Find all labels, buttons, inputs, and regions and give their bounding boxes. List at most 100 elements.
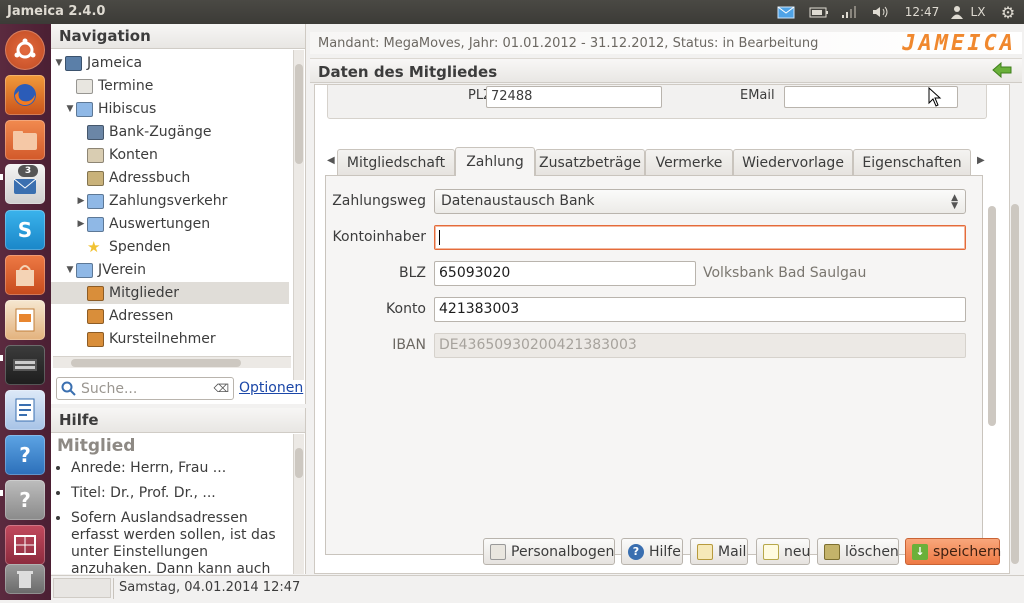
- workspace-switcher-icon[interactable]: [5, 525, 45, 565]
- nav-item-label: Hibiscus: [98, 101, 157, 117]
- nav-item-label: Spenden: [109, 239, 171, 255]
- plz-field[interactable]: 72488: [486, 86, 662, 108]
- search-icon: [61, 381, 76, 396]
- nav-item[interactable]: ▼ Jameica: [51, 52, 289, 74]
- nav-vertical-scrollbar[interactable]: [293, 50, 304, 380]
- nav-item[interactable]: Konten: [51, 144, 289, 166]
- star-icon: ★: [87, 237, 101, 256]
- mail-icon[interactable]: [776, 3, 796, 21]
- calendar-icon: [76, 78, 93, 94]
- outer-vertical-scrollbar[interactable]: [1010, 84, 1021, 574]
- nav-item-label: Kursteilnehmer: [109, 331, 216, 347]
- jameica-logo: JAMEICA: [902, 31, 1016, 56]
- new-button[interactable]: neu: [756, 538, 810, 565]
- battery-icon[interactable]: [808, 3, 830, 21]
- tab-zahlung[interactable]: Zahlung: [455, 147, 535, 176]
- nav-item[interactable]: Mitglieder: [51, 282, 289, 304]
- jameica-icon[interactable]: [5, 345, 45, 385]
- blz-field[interactable]: 65093020: [434, 261, 696, 286]
- delete-button[interactable]: löschen: [817, 538, 899, 565]
- tab-wiedervorlage[interactable]: Wiedervorlage: [733, 149, 853, 175]
- nav-item[interactable]: Adressen: [51, 305, 289, 327]
- zahlungsweg-select[interactable]: Datenaustausch Bank ▲ ▼: [434, 189, 966, 214]
- status-datetime: Samstag, 04.01.2014 12:47: [119, 580, 301, 595]
- help-vertical-scrollbar[interactable]: [293, 434, 304, 574]
- writer-icon[interactable]: [5, 390, 45, 430]
- nav-item[interactable]: ★ Spenden: [51, 236, 289, 258]
- personalbogen-label: Personalbogen: [511, 543, 615, 560]
- status-indicator: [53, 578, 111, 598]
- tab-scroll-left-icon[interactable]: ◀: [327, 155, 335, 166]
- expanded-icon[interactable]: ▼: [64, 265, 76, 275]
- nav-item[interactable]: ▼ Hibiscus: [51, 98, 289, 120]
- nav-item[interactable]: ▶ Auswertungen: [51, 213, 289, 235]
- tab-eigenschaften[interactable]: Eigenschaften: [853, 149, 971, 175]
- scroll-thumb[interactable]: [71, 359, 241, 367]
- nav-item-label: Auswertungen: [109, 216, 211, 232]
- personalbogen-button[interactable]: Personalbogen: [483, 538, 615, 565]
- nav-item[interactable]: ▼ JVerein: [51, 259, 289, 281]
- expanded-icon[interactable]: ▼: [53, 58, 65, 68]
- iban-label: IBAN: [392, 337, 426, 353]
- thunderbird-icon[interactable]: 3: [5, 164, 45, 204]
- search-input[interactable]: Suche... ⌫: [56, 377, 234, 400]
- scroll-thumb[interactable]: [1011, 204, 1019, 564]
- nav-item[interactable]: Adressbuch: [51, 167, 289, 189]
- gear-icon[interactable]: ⚙: [998, 3, 1018, 22]
- clock[interactable]: 12:47: [902, 3, 942, 21]
- help-icon[interactable]: ?: [5, 435, 45, 475]
- text-cursor: [439, 229, 440, 245]
- volume-icon[interactable]: [870, 3, 892, 21]
- collapsed-icon[interactable]: ▶: [75, 196, 87, 206]
- nav-item-label: Adressen: [109, 308, 174, 324]
- nav-item[interactable]: Bank-Zugänge: [51, 121, 289, 143]
- main-panel: Mandant: MegaMoves, Jahr: 01.01.2012 - 3…: [310, 24, 1024, 575]
- expanded-icon[interactable]: ▼: [64, 104, 76, 114]
- scroll-thumb[interactable]: [295, 448, 303, 478]
- tab-scroll-right-icon[interactable]: ▶: [977, 155, 985, 166]
- kontoinhaber-field[interactable]: [434, 225, 966, 250]
- unknown-app-icon[interactable]: ?: [5, 480, 45, 520]
- help-item: Titel: Dr., Prof. Dr., ...: [71, 485, 289, 502]
- scroll-thumb[interactable]: [988, 206, 996, 426]
- nav-item[interactable]: ▶ Zahlungsverkehr: [51, 190, 289, 212]
- scroll-thumb[interactable]: [295, 64, 303, 164]
- nav-item-label: Zahlungsverkehr: [109, 193, 228, 209]
- top-panel: Jameica 2.4.0 12:47 LX ⚙: [0, 0, 1024, 24]
- presentation-icon[interactable]: [5, 300, 45, 340]
- files-icon[interactable]: [5, 120, 45, 160]
- signal-icon[interactable]: [838, 3, 860, 21]
- window-title: Jameica 2.4.0: [7, 4, 106, 19]
- members-icon: [87, 331, 104, 347]
- clear-icon[interactable]: ⌫: [213, 382, 229, 395]
- software-center-icon[interactable]: [5, 255, 45, 295]
- tab-zusatzbetraege[interactable]: Zusatzbeträge: [535, 149, 645, 175]
- help-button[interactable]: ? Hilfe: [621, 538, 683, 565]
- keyboard-indicator[interactable]: LX: [966, 3, 990, 21]
- iban-field: DE43650930200421383003: [434, 333, 966, 358]
- button-bar: Personalbogen ? Hilfe Mail neu löschen ↓…: [310, 538, 1010, 568]
- nav-item-label: JVerein: [98, 262, 147, 278]
- navigation-header: Navigation: [51, 24, 305, 49]
- back-arrow-icon[interactable]: [992, 61, 1012, 83]
- firefox-icon[interactable]: [5, 75, 45, 115]
- skype-icon[interactable]: S: [5, 210, 45, 250]
- unread-badge: 3: [18, 165, 38, 177]
- trash-icon[interactable]: [5, 564, 45, 594]
- tab-vermerke[interactable]: Vermerke: [645, 149, 733, 175]
- mail-button[interactable]: Mail: [690, 538, 748, 565]
- tab-mitgliedschaft[interactable]: Mitgliedschaft: [337, 149, 455, 175]
- save-button[interactable]: ↓ speichern: [905, 538, 1001, 565]
- konto-field[interactable]: 421383003: [434, 297, 966, 322]
- help-icon: ?: [628, 543, 644, 560]
- form-vertical-scrollbar[interactable]: [987, 106, 998, 530]
- user-icon[interactable]: [950, 3, 964, 21]
- options-link[interactable]: Optionen: [239, 380, 303, 396]
- nav-horizontal-scrollbar[interactable]: [53, 356, 291, 368]
- collapsed-icon[interactable]: ▶: [75, 219, 87, 229]
- nav-item[interactable]: Termine: [51, 75, 289, 97]
- dash-home-icon[interactable]: [5, 30, 45, 70]
- nav-item[interactable]: Kursteilnehmer: [51, 328, 289, 350]
- status-separator: [113, 578, 114, 599]
- launcher: 3 S ? ?: [0, 24, 51, 600]
